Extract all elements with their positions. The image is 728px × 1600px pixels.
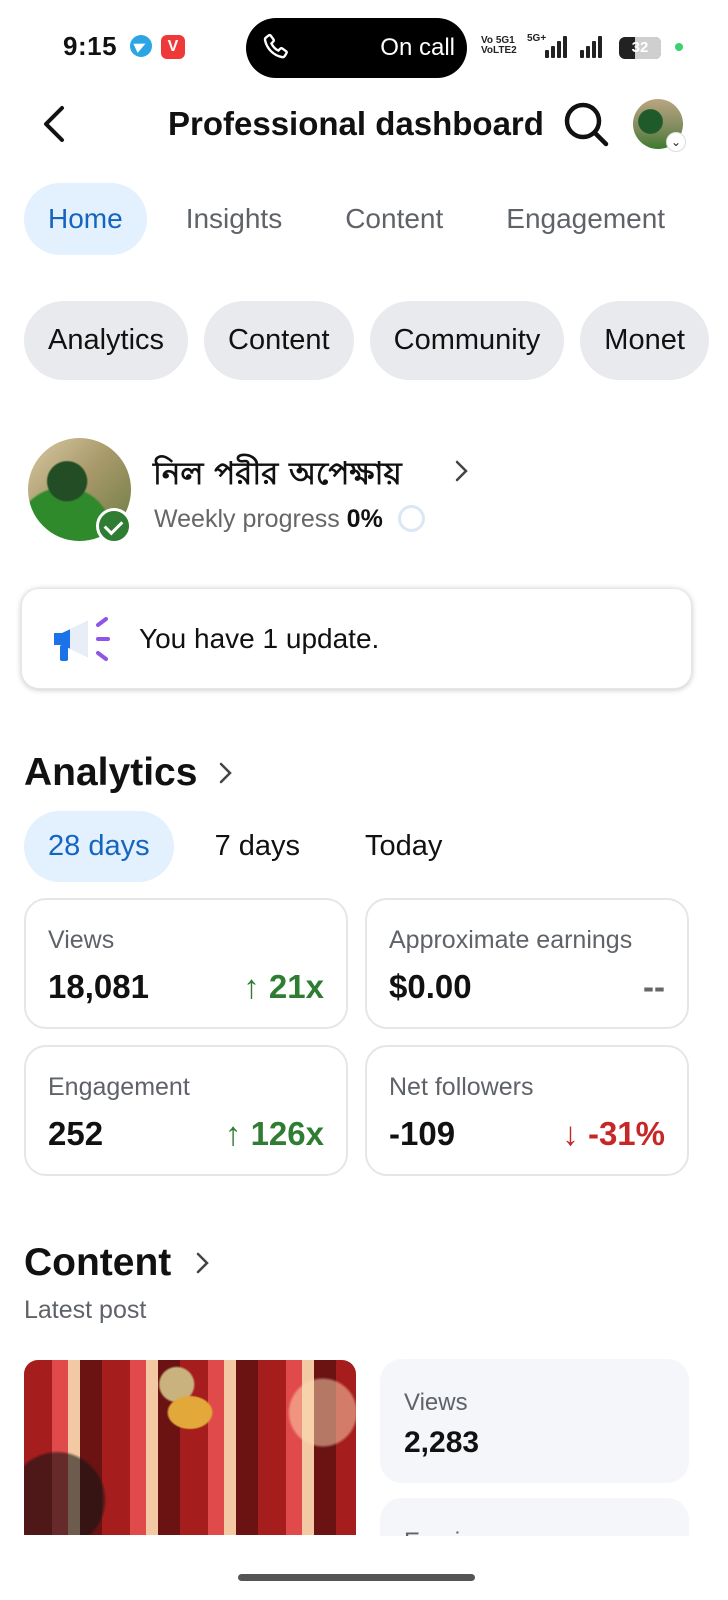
status-bar: 9:15 V On call Vo 5G1 VoLTE2 5G+ 32 <box>0 0 728 96</box>
stat-card-earnings[interactable]: Approximate earnings $0.00 -- <box>365 898 689 1029</box>
stat-label: Engagement <box>48 1073 190 1101</box>
volte-indicator: Vo 5G1 VoLTE2 <box>481 35 517 56</box>
battery-level: 32 <box>631 39 649 56</box>
stat-label: Views <box>48 926 115 954</box>
stat-card-net-followers[interactable]: Net followers -109 ↓ -31% <box>365 1045 689 1176</box>
post-views-label: Views <box>404 1389 468 1416</box>
back-arrow-icon <box>44 106 64 142</box>
latest-post-thumbnail[interactable] <box>24 1360 356 1535</box>
vivaldi-icon: V <box>161 35 185 59</box>
tab-engagement[interactable]: Engagement <box>482 183 689 255</box>
update-card[interactable]: You have 1 update. <box>21 588 692 689</box>
stat-change: ↓ -31% <box>562 1115 665 1152</box>
shortcut-chips: Analytics Content Community Monet <box>24 301 725 380</box>
call-label: On call <box>380 34 455 61</box>
telegram-icon <box>130 35 152 57</box>
privacy-dot <box>675 43 683 51</box>
search-icon <box>564 102 609 147</box>
stat-card-views[interactable]: Views 18,081 ↑ 21x <box>24 898 348 1029</box>
stat-label: Approximate earnings <box>389 926 633 954</box>
period-28-days[interactable]: 28 days <box>24 811 174 882</box>
post-views-value: 2,283 <box>404 1426 480 1459</box>
stat-change: -- <box>643 968 665 1005</box>
weekly-progress-value: 0% <box>346 505 383 533</box>
tab-content[interactable]: Content <box>321 183 467 255</box>
chevron-down-icon: ⌄ <box>666 132 686 152</box>
signal-icon-1 <box>545 36 567 58</box>
chip-analytics[interactable]: Analytics <box>24 301 189 380</box>
period-selector: 28 days 7 days Today <box>24 811 483 882</box>
tab-home[interactable]: Home <box>24 183 147 255</box>
period-today[interactable]: Today <box>341 811 466 882</box>
signal-icon-2 <box>580 36 602 58</box>
page-name[interactable]: নিল পরীর অপেক্ষায় <box>153 450 402 502</box>
megaphone-icon <box>54 617 110 661</box>
content-title[interactable]: Content <box>24 1241 171 1285</box>
status-time: 9:15 <box>63 31 118 61</box>
stat-value: 252 <box>48 1115 104 1152</box>
weekly-progress: Weekly progress 0% <box>154 505 383 534</box>
dashboard-tabs: Home Insights Content Engagement <box>24 183 704 255</box>
chevron-right-icon[interactable] <box>452 456 472 486</box>
on-call-pill[interactable]: On call <box>246 18 467 78</box>
period-7-days[interactable]: 7 days <box>191 811 324 882</box>
chip-community[interactable]: Community <box>369 301 565 380</box>
post-views-card[interactable]: Views 2,283 <box>380 1359 689 1483</box>
back-button[interactable] <box>36 100 76 148</box>
phone-icon <box>263 33 288 59</box>
stat-change: ↑ 126x <box>224 1115 324 1152</box>
stat-value: $0.00 <box>389 968 472 1005</box>
stat-label: Net followers <box>389 1073 534 1101</box>
analytics-chevron-right-icon[interactable] <box>216 758 236 788</box>
page-title: Professional dashboard <box>168 105 544 142</box>
progress-ring-icon <box>398 505 425 532</box>
home-indicator[interactable] <box>238 1574 475 1581</box>
stat-change: ↑ 21x <box>243 968 324 1005</box>
battery-icon: 32 <box>619 37 661 59</box>
stat-card-engagement[interactable]: Engagement 252 ↑ 126x <box>24 1045 348 1176</box>
stat-value: -109 <box>389 1115 456 1152</box>
chip-monetization[interactable]: Monet <box>580 301 709 380</box>
navigation-bar <box>0 1536 728 1600</box>
latest-post-label: Latest post <box>24 1296 147 1324</box>
content-chevron-right-icon[interactable] <box>193 1248 213 1278</box>
profile-avatar-button[interactable]: ⌄ <box>633 99 686 152</box>
analytics-title[interactable]: Analytics <box>24 751 197 795</box>
search-button[interactable] <box>562 100 610 148</box>
chip-content[interactable]: Content <box>204 301 354 380</box>
tab-insights[interactable]: Insights <box>162 183 307 255</box>
verified-check-icon <box>96 508 132 544</box>
stat-value: 18,081 <box>48 968 149 1005</box>
network-5g-label: 5G+ <box>527 33 547 44</box>
update-text: You have 1 update. <box>139 623 380 654</box>
weekly-progress-label: Weekly progress <box>154 505 340 533</box>
